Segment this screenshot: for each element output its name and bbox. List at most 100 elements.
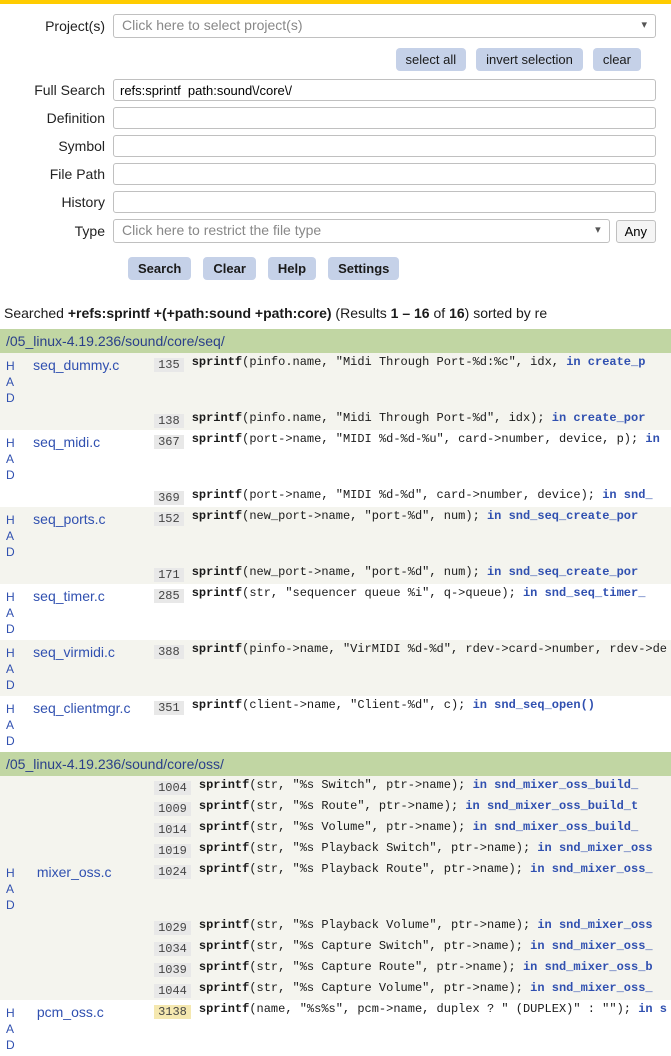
definition-label: Definition (15, 110, 113, 126)
projects-label: Project(s) (15, 18, 113, 34)
line-number[interactable]: 3138 (154, 1005, 191, 1019)
result-row: H A D seq_timer.c 285 sprintf(str, "sequenc… (0, 584, 671, 640)
code-line[interactable]: sprintf(str, "%s Playback Switch", ptr->… (195, 839, 671, 860)
code-line[interactable]: sprintf(str, "%s Playback Route", ptr->n… (195, 860, 671, 916)
file-link[interactable]: seq_timer.c (33, 588, 105, 604)
clear-button[interactable]: Clear (203, 257, 256, 280)
line-number[interactable]: 388 (154, 645, 184, 659)
file-link[interactable]: seq_clientmgr.c (33, 700, 130, 716)
invert-selection-button[interactable]: invert selection (476, 48, 583, 71)
code-line[interactable]: sprintf(pinfo.name, "Midi Through Port-%… (188, 409, 671, 430)
had-links[interactable]: H A D (6, 359, 18, 405)
result-row: H A D seq_virmidi.c 388 sprintf(pinfo->name… (0, 640, 671, 696)
code-line[interactable]: sprintf(str, "%s Capture Switch", ptr->n… (195, 937, 671, 958)
file-link[interactable]: seq_midi.c (33, 434, 100, 450)
code-line[interactable]: sprintf(client->name, "Client-%d", c); i… (188, 696, 671, 752)
search-button[interactable]: Search (128, 257, 191, 280)
code-line[interactable]: sprintf(pinfo->name, "VirMIDI %d-%d", rd… (188, 640, 671, 696)
code-line[interactable]: sprintf(str, "%s Capture Volume", ptr->n… (195, 979, 671, 1000)
result-row: 1009 sprintf(str, "%s Route", ptr->name);… (0, 797, 671, 818)
file-link[interactable]: seq_virmidi.c (33, 644, 115, 660)
file-link[interactable]: seq_ports.c (33, 511, 105, 527)
line-number[interactable]: 1014 (154, 823, 191, 837)
result-row: H A D seq_dummy.c 135 sprintf(pinfo.name, "… (0, 353, 671, 409)
symbol-label: Symbol (15, 138, 113, 154)
line-number[interactable]: 1034 (154, 942, 191, 956)
code-line[interactable]: sprintf(port->name, "MIDI %d-%d", card->… (188, 486, 671, 507)
code-line[interactable]: sprintf(pinfo.name, "Midi Through Port-%… (188, 353, 671, 409)
code-line[interactable]: sprintf(new_port->name, "port-%d", num);… (188, 563, 671, 584)
history-input[interactable] (113, 191, 656, 213)
search-status: Searched +refs:sprintf +(+path:sound +pa… (0, 293, 671, 329)
results-table: H A D seq_dummy.c 135 sprintf(pinfo.name, "… (0, 353, 671, 752)
help-button[interactable]: Help (268, 257, 316, 280)
code-line[interactable]: sprintf(str, "%s Route", ptr->name); in … (195, 797, 671, 818)
definition-input[interactable] (113, 107, 656, 129)
line-number[interactable]: 171 (154, 568, 184, 582)
select-all-button[interactable]: select all (396, 48, 467, 71)
code-line[interactable]: sprintf(str, "%s Playback Volume", ptr->… (195, 916, 671, 937)
line-number[interactable]: 1044 (154, 984, 191, 998)
result-row: 1019 sprintf(str, "%s Playback Switch", p… (0, 839, 671, 860)
code-line[interactable]: sprintf(name, "%s%s", pcm->name, duplex … (195, 1000, 671, 1056)
code-line[interactable]: sprintf(port->name, "MIDI %d-%d-%u", car… (188, 430, 671, 486)
line-number[interactable]: 369 (154, 491, 184, 505)
any-type-button[interactable]: Any (616, 220, 656, 243)
had-links[interactable]: H A D (6, 590, 18, 636)
result-row: 1039 sprintf(str, "%s Capture Route", ptr… (0, 958, 671, 979)
settings-button[interactable]: Settings (328, 257, 399, 280)
full-search-label: Full Search (15, 82, 113, 98)
line-number[interactable]: 1004 (154, 781, 191, 795)
line-number[interactable]: 138 (154, 414, 184, 428)
line-number[interactable]: 1039 (154, 963, 191, 977)
file-link[interactable]: mixer_oss.c (37, 864, 112, 880)
group-header[interactable]: /05_linux-4.19.236/sound/core/seq/ (0, 329, 671, 353)
had-links[interactable]: H A D (6, 1006, 18, 1052)
projects-buttons: select all invert selection clear (15, 44, 656, 79)
code-line[interactable]: sprintf(new_port->name, "port-%d", num);… (188, 507, 671, 563)
code-line[interactable]: sprintf(str, "%s Switch", ptr->name); in… (195, 776, 671, 797)
full-search-input[interactable] (113, 79, 656, 101)
had-links[interactable]: H A D (6, 436, 18, 482)
code-line[interactable]: sprintf(str, "sequencer queue %i", q->qu… (188, 584, 671, 640)
file-link[interactable]: seq_dummy.c (33, 357, 119, 373)
line-number[interactable]: 285 (154, 589, 184, 603)
symbol-input[interactable] (113, 135, 656, 157)
had-links[interactable]: H A D (6, 866, 18, 912)
type-select[interactable]: Click here to restrict the file type (113, 219, 610, 243)
search-form: Project(s) Click here to select project(… (0, 4, 671, 293)
result-row: 1004 sprintf(str, "%s Switch", ptr->name)… (0, 776, 671, 797)
results-table: 1004 sprintf(str, "%s Switch", ptr->name)… (0, 776, 671, 1056)
line-number[interactable]: 1009 (154, 802, 191, 816)
line-number[interactable]: 135 (154, 358, 184, 372)
line-number[interactable]: 152 (154, 512, 184, 526)
line-number[interactable]: 1024 (154, 865, 191, 879)
line-number[interactable]: 351 (154, 701, 184, 715)
line-number[interactable]: 367 (154, 435, 184, 449)
line-number[interactable]: 1019 (154, 844, 191, 858)
projects-select[interactable]: Click here to select project(s) (113, 14, 656, 38)
result-row: 138 sprintf(pinfo.name, "Midi Through Por… (0, 409, 671, 430)
file-link[interactable]: pcm_oss.c (37, 1004, 104, 1020)
type-label: Type (15, 223, 113, 239)
line-number[interactable]: 1029 (154, 921, 191, 935)
code-line[interactable]: sprintf(str, "%s Volume", ptr->name); in… (195, 818, 671, 839)
clear-projects-button[interactable]: clear (593, 48, 641, 71)
file-path-label: File Path (15, 166, 113, 182)
had-links[interactable]: H A D (6, 702, 18, 748)
result-row: 1029 sprintf(str, "%s Playback Volume", p… (0, 916, 671, 937)
code-line[interactable]: sprintf(str, "%s Capture Route", ptr->na… (195, 958, 671, 979)
results-area: /05_linux-4.19.236/sound/core/seq/H A D s… (0, 329, 671, 1056)
result-row: 1014 sprintf(str, "%s Volume", ptr->name)… (0, 818, 671, 839)
group-header[interactable]: /05_linux-4.19.236/sound/core/oss/ (0, 752, 671, 776)
had-links[interactable]: H A D (6, 646, 18, 692)
history-label: History (15, 194, 113, 210)
result-row: 1044 sprintf(str, "%s Capture Volume", pt… (0, 979, 671, 1000)
result-row: H A D mixer_oss.c 1024 sprintf(str, "%s Pla… (0, 860, 671, 916)
had-links[interactable]: H A D (6, 513, 18, 559)
result-row: H A D seq_clientmgr.c 351 sprintf(client->n… (0, 696, 671, 752)
file-path-input[interactable] (113, 163, 656, 185)
result-row: H A D pcm_oss.c 3138 sprintf(name, "%s%s", … (0, 1000, 671, 1056)
result-row: 1034 sprintf(str, "%s Capture Switch", pt… (0, 937, 671, 958)
result-row: H A D seq_midi.c 367 sprintf(port->name, "M… (0, 430, 671, 486)
